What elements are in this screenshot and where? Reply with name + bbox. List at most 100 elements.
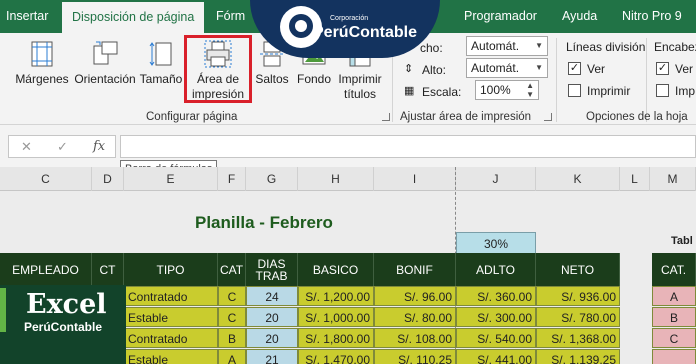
size-button[interactable]: Tamaño [138,40,184,87]
header-trab-line: TRAB [255,268,288,283]
height-value: Automát. [471,61,520,75]
table-cell-adlto[interactable]: S/. 300.00 [456,307,536,327]
table-cell-basico[interactable]: S/. 1,000.00 [298,307,374,327]
page-size-icon [147,40,175,68]
header-cat-lookup[interactable]: CAT. [652,253,696,286]
formula-input[interactable] [120,135,696,158]
chevron-down-icon: ▼ [535,63,543,72]
page-setup-launcher[interactable] [382,113,390,121]
column-header-f[interactable]: F [218,167,246,191]
margins-icon [28,40,56,68]
header-tipo[interactable]: TIPO [124,253,218,286]
table-cell-adlto[interactable]: S/. 441.00 [456,349,536,364]
table-cell-cat[interactable]: B [218,328,246,348]
percent-cell[interactable]: 30% [456,232,536,254]
header-dias-trab[interactable]: DIAS TRAB [246,253,298,286]
table-cell-cat2[interactable]: A [652,286,696,306]
table-cell-basico[interactable]: S/. 1,470.00 [298,349,374,364]
height-fit-icon: ⇕ [404,63,414,75]
table-cell-cat[interactable]: A [218,349,246,364]
column-header-e[interactable]: E [124,167,218,191]
table-cell-dias[interactable]: 24 [246,286,298,306]
table-cell-tipo[interactable]: Contratado [124,286,218,306]
enter-icon[interactable]: ✓ [57,139,68,155]
table-cell-cat[interactable]: C [218,286,246,306]
height-dropdown[interactable]: Automát. ▼ [466,58,548,78]
column-header-g[interactable]: G [246,167,298,191]
tab-ayuda[interactable]: Ayuda [562,0,597,33]
headings-print-checkbox[interactable] [656,84,669,97]
group-label-sheet-options: Opciones de la hoja [586,111,688,123]
table-cell-neto[interactable]: S/. 1,139.25 [536,349,620,364]
headings-view-checkbox[interactable]: ✓ [656,62,669,75]
header-neto[interactable]: NETO [536,253,620,286]
scale-icon: ▦ [404,85,415,97]
column-header-l[interactable]: L [620,167,650,191]
header-cat[interactable]: CAT [218,253,246,286]
table-cell-dias[interactable]: 20 [246,307,298,327]
breaks-label: Saltos [255,72,289,86]
scale-label: Escala: [422,85,462,99]
tab-formulas[interactable]: Fórm [216,0,245,33]
table-cell-neto[interactable]: S/. 780.00 [536,307,620,327]
tabla-label[interactable]: Tabl [671,235,693,247]
table-cell-bonif[interactable]: S/. 108.00 [374,328,456,348]
group-label-page-setup: Configurar página [146,111,238,123]
logo-small-text: Corporación [330,15,369,22]
orientation-button[interactable]: Orientación [72,40,138,87]
orientation-icon [91,40,119,68]
table-cell-tipo[interactable]: Estable [124,349,218,364]
scale-value: 100% [480,83,511,97]
column-header-m[interactable]: M [650,167,696,191]
tab-disposicion-pagina[interactable]: Disposición de página [62,2,205,33]
table-cell-adlto[interactable]: S/. 540.00 [456,328,536,348]
header-adlto[interactable]: ADLTO [456,253,536,286]
ribbon-separator [556,38,557,122]
badge-excel-text: Excel [26,289,107,320]
perucontable-logo: Corporación PerúContable [250,0,440,58]
gridlines-view-checkbox[interactable]: ✓ [568,62,581,75]
scale-spinner[interactable]: 100% ▲ ▼ [475,80,539,100]
tab-insertar[interactable]: Insertar [6,0,48,33]
ribbon-separator [646,38,647,122]
column-header-d[interactable]: D [92,167,124,191]
table-cell-cat2[interactable] [652,349,696,364]
width-dropdown[interactable]: Automát. ▼ [466,36,548,56]
cancel-icon[interactable]: ✕ [21,139,32,155]
table-cell-bonif[interactable]: S/. 96.00 [374,286,456,306]
gridlines-print-label: Imprimir [587,84,631,98]
table-cell-tipo[interactable]: Estable [124,307,218,327]
margins-button[interactable]: Márgenes [14,40,70,87]
table-cell-adlto[interactable]: S/. 360.00 [456,286,536,306]
gridlines-print-checkbox[interactable] [568,84,581,97]
spinner-arrows-icon: ▲ ▼ [526,81,534,99]
table-cell-neto[interactable]: S/. 1,368.00 [536,328,620,348]
column-header-j[interactable]: J [456,167,536,191]
table-cell-cat2[interactable]: B [652,307,696,327]
table-cell-bonif[interactable]: S/. 80.00 [374,307,456,327]
header-empleado[interactable]: EMPLEADO [0,253,92,286]
gridlines-label: Líneas división [566,40,646,54]
table-cell-cat2[interactable]: C [652,328,696,348]
column-header-k[interactable]: K [536,167,620,191]
tab-nitro[interactable]: Nitro Pro 9 [622,0,682,33]
scale-fit-launcher[interactable] [544,113,552,121]
table-cell-cat[interactable]: C [218,307,246,327]
header-bonif[interactable]: BONIF [374,253,456,286]
table-cell-neto[interactable]: S/. 936.00 [536,286,620,306]
table-cell-basico[interactable]: S/. 1,800.00 [298,328,374,348]
sheet-title[interactable]: Planilla - Febrero [195,213,333,233]
header-ct[interactable]: CT [92,253,124,286]
background-label: Fondo [296,72,332,86]
table-cell-bonif[interactable]: S/. 110.25 [374,349,456,364]
column-header-c[interactable]: C [0,167,92,191]
tab-programador[interactable]: Programador [464,0,537,33]
insert-function-icon[interactable]: fx [93,139,105,154]
header-basico[interactable]: BASICO [298,253,374,286]
column-header-h[interactable]: H [298,167,374,191]
column-header-i[interactable]: I [374,167,456,191]
table-cell-dias[interactable]: 20 [246,328,298,348]
table-cell-tipo[interactable]: Contratado [124,328,218,348]
table-cell-basico[interactable]: S/. 1,200.00 [298,286,374,306]
table-cell-dias[interactable]: 21 [246,349,298,364]
